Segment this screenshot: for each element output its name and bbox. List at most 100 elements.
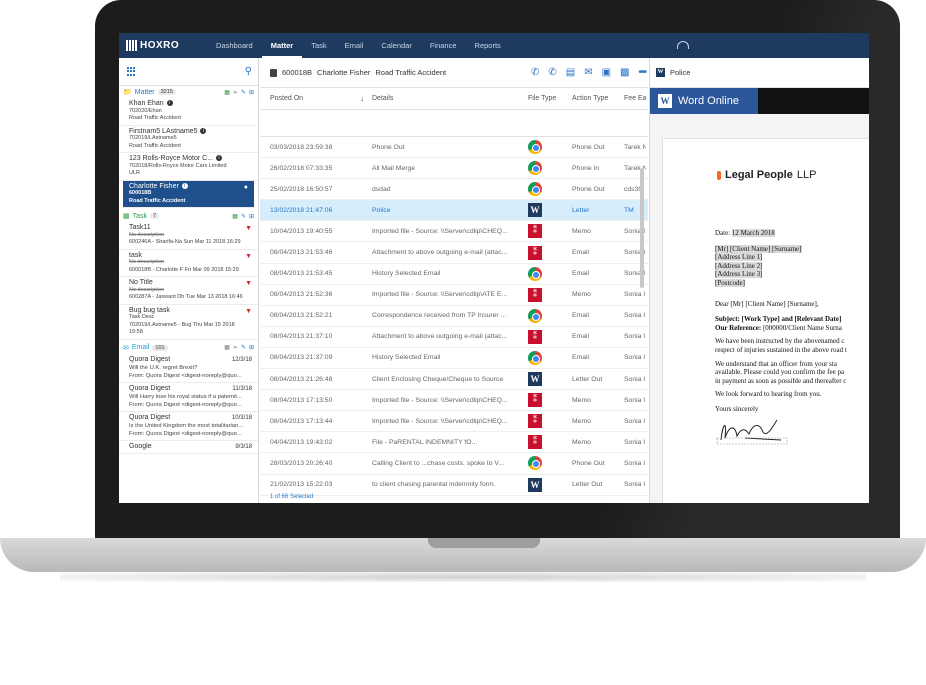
- nav-email[interactable]: Email: [336, 33, 373, 58]
- edit-icon[interactable]: ✎: [241, 344, 246, 351]
- col-posted-on[interactable]: Posted On: [260, 95, 360, 102]
- table-row[interactable]: 08/04/2013 21:37:09 History Selected Emai…: [260, 348, 648, 370]
- table-row[interactable]: 08/04/2013 21:52:36 Imported file - Sourc…: [260, 285, 648, 306]
- word-file-icon[interactable]: W: [528, 203, 542, 218]
- add-icon[interactable]: ⊞: [249, 344, 254, 351]
- nav-dashboard[interactable]: Dashboard: [207, 33, 262, 58]
- table-row[interactable]: 03/03/2018 23:59:38 Phone Out Phone Out Tar…: [260, 137, 648, 159]
- pin-icon[interactable]: ▼: [245, 308, 252, 316]
- details-cell: Imported file - Source: \\Server\cdlip\C…: [372, 227, 508, 235]
- fee-earner-cell: Sonia I: [624, 481, 646, 489]
- nav-finance[interactable]: Finance: [421, 33, 466, 58]
- details-cell: Correspondence received from TP Insurer …: [372, 312, 507, 320]
- email-item[interactable]: Quora Digest 11/3/18 Will Harry lose his …: [119, 383, 258, 412]
- chrome-file-icon[interactable]: [528, 266, 542, 281]
- table-row[interactable]: 10/04/2013 19:40:55 Imported file - Sourc…: [260, 221, 648, 243]
- table-row[interactable]: 08/04/2013 21:53:46 Attachment to above o…: [260, 242, 648, 264]
- matter-item[interactable]: 123 Rolls-Royce Motor C... i 702018/Rolls…: [119, 153, 258, 181]
- table-row[interactable]: 28/03/2013 20:26:40 Calling Client to ...…: [260, 453, 648, 475]
- table-row[interactable]: 08/04/2013 21:52:21 Correspondence receiv…: [260, 306, 648, 327]
- pdf-file-icon[interactable]: ⁑: [528, 329, 542, 344]
- table-row[interactable]: 08/04/2013 21:53:45 History Selected Emai…: [260, 264, 648, 285]
- task-item[interactable]: Bug bug task Task Desc 702019/LAstname5 …: [119, 305, 258, 340]
- person-icon[interactable]: ●: [244, 184, 248, 192]
- email-item[interactable]: Quora Digest 10/3/18 Is the United Kingdo…: [119, 412, 258, 441]
- gauge-icon[interactable]: [677, 41, 689, 49]
- task-item[interactable]: task No description 600018B - Charlotte …: [119, 250, 258, 277]
- task-section-header[interactable]: ▦ Task 7 ▦ ✎ ⊞: [119, 210, 258, 222]
- email-item[interactable]: Google 9/3/18: [119, 441, 258, 454]
- col-details[interactable]: Details: [372, 95, 528, 102]
- chrome-file-icon[interactable]: [528, 456, 542, 471]
- nav-reports[interactable]: Reports: [466, 33, 510, 58]
- pdf-file-icon[interactable]: ⁑: [528, 414, 542, 429]
- email-item[interactable]: Quora Digest 12/3/18 Will the U.K. regret…: [119, 354, 258, 383]
- col-fee-earner[interactable]: Fee Ea: [624, 95, 646, 102]
- matter-item-selected[interactable]: Charlotte Fisher i 600018B Road Traffic A…: [123, 180, 254, 208]
- table-row[interactable]: 08/04/2013 17:13:50 Imported file - Sourc…: [260, 390, 648, 412]
- letter-icon[interactable]: ▤: [566, 67, 575, 78]
- pin-icon[interactable]: ▼: [245, 225, 252, 233]
- scrollbar[interactable]: [640, 168, 644, 288]
- fee-earner-cell: Sonia I: [624, 417, 646, 425]
- word-file-icon[interactable]: W: [528, 477, 542, 492]
- chrome-file-icon[interactable]: [528, 350, 542, 365]
- apps-grid-icon[interactable]: [127, 67, 136, 76]
- info-icon[interactable]: i: [166, 100, 173, 107]
- add-icon[interactable]: ⊞: [249, 89, 254, 96]
- col-file-type[interactable]: File Type: [528, 95, 572, 102]
- info-icon[interactable]: i: [216, 155, 223, 162]
- table-row[interactable]: 08/04/2013 17:13:44 Imported file - Sourc…: [260, 411, 648, 433]
- table-row[interactable]: 08/04/2013 21:37:10 Attachment to above o…: [260, 327, 648, 348]
- chrome-file-icon[interactable]: [528, 182, 542, 197]
- word-file-icon[interactable]: W: [528, 372, 542, 387]
- matter-item[interactable]: Khan Ehan i 702020/Ehan Road Traffic Acci…: [119, 98, 258, 126]
- search-icon[interactable]: ⚲: [245, 66, 252, 77]
- copy-icon[interactable]: ▦: [224, 344, 230, 351]
- attachment-icon[interactable]: ▩: [620, 67, 629, 78]
- nav-task[interactable]: Task: [302, 33, 335, 58]
- nav-matter[interactable]: Matter: [261, 33, 303, 58]
- matter-label: Matter: [134, 88, 155, 96]
- brand-logo[interactable]: HOXRO: [119, 40, 207, 51]
- col-action-type[interactable]: Action Type: [572, 95, 624, 102]
- pdf-file-icon[interactable]: ⁑: [528, 245, 542, 260]
- table-row[interactable]: 04/04/2013 19:43:02 File - PaRENTAL INDEM…: [260, 432, 648, 454]
- nav-calendar[interactable]: Calendar: [372, 33, 420, 58]
- task-item[interactable]: Task11 No description 600246A - Sharifa-…: [119, 222, 258, 250]
- matter-item[interactable]: Firstnam5 LAstname5 i 702019/LAstname5 Ro…: [119, 126, 258, 153]
- task-item[interactable]: No Title No description 600287A - Jaswan…: [119, 277, 258, 305]
- pin-icon[interactable]: ➢: [233, 89, 238, 96]
- info-icon[interactable]: i: [181, 182, 188, 189]
- more-icon[interactable]: •••: [638, 67, 646, 78]
- pdf-file-icon[interactable]: ⁑: [528, 393, 542, 408]
- table-row-selected[interactable]: 13/02/2018 21:47:06 Police W Letter TM: [260, 200, 648, 222]
- edit-icon[interactable]: ✎: [241, 89, 246, 96]
- phone-out-icon[interactable]: ✆: [531, 67, 539, 78]
- pin-icon[interactable]: ▼: [245, 253, 252, 261]
- copy-icon[interactable]: ▦: [232, 213, 238, 220]
- email-icon[interactable]: ✉: [584, 67, 592, 78]
- pdf-file-icon[interactable]: ⁑: [528, 224, 542, 239]
- table-row[interactable]: 25/02/2018 16:50:57 dsdad Phone Out cds39: [260, 179, 648, 201]
- table-row[interactable]: 08/04/2013 21:26:48 Client Enclosing Cheq…: [260, 369, 648, 391]
- pdf-file-icon[interactable]: ⁑: [528, 435, 542, 450]
- chrome-file-icon[interactable]: [528, 161, 542, 176]
- document-icon[interactable]: ▣: [602, 67, 611, 78]
- pin-icon[interactable]: ▼: [245, 280, 252, 288]
- table-row[interactable]: 26/02/2018 07:33:35 All Mail Merge Phone I…: [260, 158, 648, 180]
- sort-arrow-icon[interactable]: ↓: [360, 94, 372, 103]
- chrome-file-icon[interactable]: [528, 308, 542, 323]
- info-icon[interactable]: i: [200, 127, 207, 134]
- chrome-file-icon[interactable]: [528, 140, 542, 155]
- fee-earner-cell: Sonia I: [624, 354, 646, 362]
- matter-section-header[interactable]: 📁 Matter 3215 ▦ ➢ ✎ ⊞: [119, 86, 258, 98]
- edit-icon[interactable]: ✎: [241, 213, 246, 220]
- copy-icon[interactable]: ▦: [224, 89, 230, 96]
- table-row[interactable]: 21/02/2013 15:22:03 to client chasing par…: [260, 475, 648, 496]
- pin-icon[interactable]: ➢: [233, 344, 238, 351]
- email-section-header[interactable]: ✉ Email 101 ▦ ➢ ✎ ⊞: [119, 342, 258, 354]
- pdf-file-icon[interactable]: ⁑: [528, 287, 542, 302]
- add-icon[interactable]: ⊞: [249, 213, 254, 220]
- phone-in-icon[interactable]: ✆: [548, 67, 556, 78]
